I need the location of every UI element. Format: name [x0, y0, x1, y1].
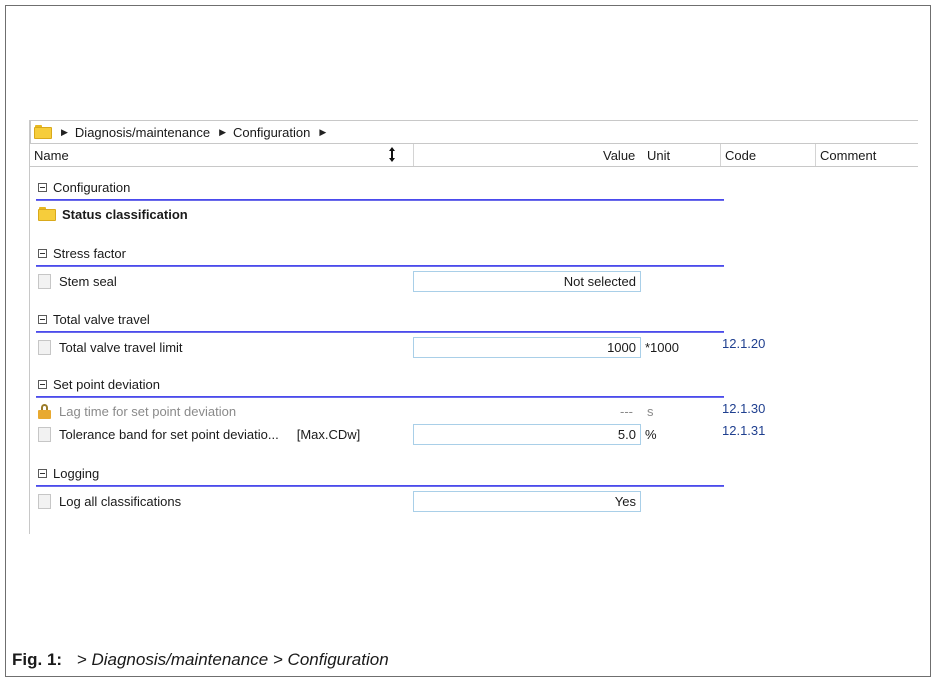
group-label: Logging — [53, 466, 100, 481]
group-label: Set point deviation — [53, 377, 160, 392]
parameter-icon — [38, 426, 51, 442]
sort-icon[interactable] — [388, 147, 396, 163]
tree-item-total-valve-travel-limit[interactable]: Total valve travel limit — [38, 338, 183, 356]
chevron-right-icon[interactable]: ▶ — [61, 127, 68, 138]
total-valve-travel-limit-value-field[interactable]: 1000 — [413, 337, 641, 358]
tolerance-band-value-field[interactable]: 5.0 — [413, 424, 641, 445]
caption-path: > Diagnosis/maintenance > Configuration — [76, 650, 389, 669]
item-label: Tolerance band for set point deviatio... — [59, 426, 279, 442]
lag-time-unit: s — [647, 404, 654, 419]
group-label: Configuration — [53, 180, 131, 195]
column-divider[interactable] — [413, 144, 414, 166]
parameter-icon — [38, 273, 51, 289]
item-label: Stem seal — [59, 273, 117, 289]
log-all-classifications-value-field[interactable]: Yes — [413, 491, 641, 512]
group-set-point-deviation[interactable]: Set point deviation — [38, 377, 160, 392]
stem-seal-value-field[interactable]: Not selected — [413, 271, 641, 292]
column-header-unit[interactable]: Unit — [647, 148, 670, 163]
chevron-right-icon[interactable]: ▶ — [319, 127, 326, 138]
tolerance-band-code: 12.1.31 — [722, 423, 766, 438]
lock-icon — [38, 403, 51, 419]
group-label: Total valve travel — [53, 312, 150, 327]
group-underline — [36, 199, 724, 201]
collapse-icon[interactable] — [38, 249, 47, 258]
lag-time-code: 12.1.30 — [722, 401, 766, 416]
breadcrumb: ▶ Diagnosis/maintenance ▶ Configuration … — [30, 120, 918, 144]
item-label: Total valve travel limit — [59, 339, 183, 355]
parameter-icon — [38, 339, 51, 355]
tree-item-log-all-classifications[interactable]: Log all classifications — [38, 492, 181, 510]
column-header: Name Value Unit Code Comment — [30, 144, 918, 167]
collapse-icon[interactable] — [38, 469, 47, 478]
group-underline — [36, 265, 724, 267]
collapse-icon[interactable] — [38, 183, 47, 192]
tree-item-status-classification[interactable]: Status classification — [38, 205, 188, 223]
group-underline — [36, 485, 724, 487]
item-label: Log all classifications — [59, 493, 182, 509]
tree-item-tolerance-band[interactable]: Tolerance band for set point deviatio...… — [38, 425, 360, 443]
column-divider[interactable] — [720, 144, 721, 166]
window-left-border — [29, 120, 30, 534]
caption-label: Fig. 1: — [12, 650, 63, 669]
collapse-icon[interactable] — [38, 315, 47, 324]
parameter-icon — [38, 493, 51, 509]
folder-icon — [38, 207, 56, 221]
column-header-name[interactable]: Name — [34, 148, 69, 163]
group-configuration[interactable]: Configuration — [38, 180, 130, 195]
total-valve-travel-limit-code: 12.1.20 — [722, 336, 766, 351]
item-label: Status classification — [62, 206, 188, 222]
group-total-valve-travel[interactable]: Total valve travel — [38, 312, 150, 327]
group-stress-factor[interactable]: Stress factor — [38, 246, 126, 261]
collapse-icon[interactable] — [38, 380, 47, 389]
tree-item-stem-seal[interactable]: Stem seal — [38, 272, 117, 290]
group-underline — [36, 331, 724, 333]
total-valve-travel-limit-unit: *1000 — [645, 340, 679, 355]
item-label: Lag time for set point deviation — [59, 403, 237, 419]
folder-icon — [34, 125, 52, 139]
column-header-code[interactable]: Code — [725, 148, 756, 163]
tolerance-band-unit: % — [645, 427, 657, 442]
figure-caption: Fig. 1: > Diagnosis/maintenance > Config… — [12, 650, 389, 670]
lag-time-value: --- — [620, 404, 633, 419]
chevron-right-icon[interactable]: ▶ — [219, 127, 226, 138]
column-header-value[interactable]: Value — [603, 148, 635, 163]
breadcrumb-item-configuration[interactable]: Configuration — [233, 125, 310, 140]
item-suffix: [Max.CDw] — [296, 426, 361, 442]
column-divider[interactable] — [815, 144, 816, 166]
group-underline — [36, 396, 724, 398]
column-header-comment[interactable]: Comment — [820, 148, 876, 163]
group-logging[interactable]: Logging — [38, 466, 99, 481]
breadcrumb-item-diagnosis[interactable]: Diagnosis/maintenance — [75, 125, 210, 140]
tree-item-lag-time[interactable]: Lag time for set point deviation — [38, 402, 236, 420]
configuration-window: ▶ Diagnosis/maintenance ▶ Configuration … — [29, 120, 918, 534]
group-label: Stress factor — [53, 246, 126, 261]
